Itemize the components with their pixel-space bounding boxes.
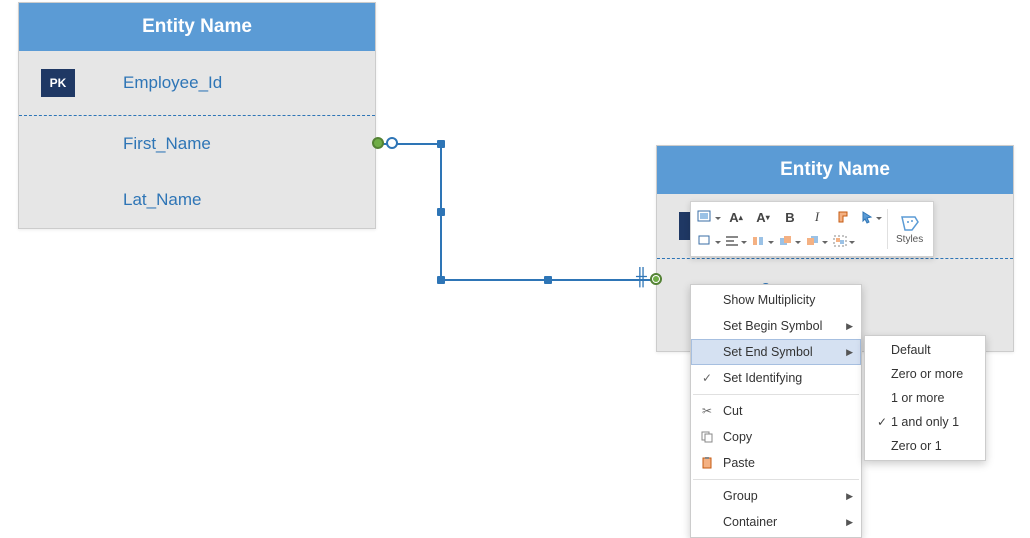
crowsfoot-symbol: ╫ — [636, 268, 645, 288]
copy-icon — [697, 429, 717, 445]
submenu-1-and-only-1[interactable]: ✓ 1 and only 1 — [865, 410, 985, 434]
send-back-button[interactable] — [805, 230, 829, 252]
pk-badge: PK — [41, 69, 75, 97]
italic-button[interactable]: I — [805, 206, 829, 228]
attr-name: Employee_Id — [123, 73, 222, 93]
paste-icon — [697, 455, 717, 471]
bring-front-button[interactable] — [778, 230, 802, 252]
entity-right-title: Entity Name — [657, 146, 1013, 194]
menu-set-end-symbol[interactable]: Set End Symbol ▶ — [691, 339, 861, 365]
menu-set-identifying[interactable]: ✓ Set Identifying — [691, 365, 861, 391]
endpoint-end[interactable] — [650, 273, 662, 285]
submenu-default[interactable]: Default — [865, 338, 985, 362]
menu-separator — [693, 394, 859, 395]
font-size-increase-button[interactable]: A▴ — [724, 206, 748, 228]
check-icon: ✓ — [697, 370, 717, 386]
menu-label: Paste — [717, 456, 853, 470]
styles-button[interactable]: Styles — [892, 212, 927, 247]
align2-button[interactable] — [751, 230, 775, 252]
submenu-arrow-icon: ▶ — [846, 517, 853, 528]
submenu-label: 1 or more — [891, 391, 977, 405]
menu-label: Container — [717, 515, 838, 529]
connector-midpoint[interactable] — [544, 276, 552, 284]
connector-midpoint[interactable] — [437, 276, 445, 284]
cut-icon: ✂ — [697, 403, 717, 419]
mini-toolbar: A▴ A▾ B I Styles — [690, 201, 934, 257]
submenu-arrow-icon: ▶ — [846, 347, 853, 358]
styles-icon — [899, 214, 921, 232]
font-size-decrease-button[interactable]: A▾ — [751, 206, 775, 228]
menu-label: Group — [717, 489, 838, 503]
menu-icon-blank — [697, 344, 717, 360]
submenu-end-symbol: Default Zero or more 1 or more ✓ 1 and o… — [864, 335, 986, 461]
menu-label: Set Begin Symbol — [717, 319, 838, 333]
submenu-zero-or-more[interactable]: Zero or more — [865, 362, 985, 386]
styles-label: Styles — [896, 234, 923, 245]
entity-left-row-1[interactable]: First_Name — [19, 116, 375, 172]
connector-midpoint[interactable] — [437, 140, 445, 148]
menu-icon-blank — [697, 318, 717, 334]
menu-icon-blank — [697, 488, 717, 504]
entity-left-title: Entity Name — [19, 3, 375, 51]
entity-left-row-2[interactable]: Lat_Name — [19, 172, 375, 228]
menu-show-multiplicity[interactable]: Show Multiplicity — [691, 287, 861, 313]
submenu-zero-or-1[interactable]: Zero or 1 — [865, 434, 985, 458]
submenu-label: 1 and only 1 — [891, 415, 977, 429]
bold-button[interactable]: B — [778, 206, 802, 228]
submenu-arrow-icon: ▶ — [846, 321, 853, 332]
menu-set-begin-symbol[interactable]: Set Begin Symbol ▶ — [691, 313, 861, 339]
endpoint-handle[interactable] — [386, 137, 398, 149]
menu-paste[interactable]: Paste — [691, 450, 861, 476]
align-button[interactable] — [724, 230, 748, 252]
menu-cut[interactable]: ✂ Cut — [691, 398, 861, 424]
submenu-label: Zero or 1 — [891, 439, 977, 453]
format-painter-button[interactable] — [832, 206, 856, 228]
pointer-button[interactable] — [859, 206, 883, 228]
fill-color-button[interactable] — [697, 206, 721, 228]
menu-icon-blank — [697, 514, 717, 530]
menu-icon-blank — [697, 292, 717, 308]
menu-label: Copy — [717, 430, 853, 444]
attr-name: First_Name — [123, 134, 211, 154]
entity-left[interactable]: Entity Name PK Employee_Id First_Name La… — [18, 2, 376, 229]
attr-name: Lat_Name — [123, 190, 201, 210]
menu-group[interactable]: Group ▶ — [691, 483, 861, 509]
line-color-button[interactable] — [697, 230, 721, 252]
group-button[interactable] — [832, 230, 856, 252]
menu-label: Set End Symbol — [717, 345, 838, 359]
menu-container[interactable]: Container ▶ — [691, 509, 861, 535]
entity-left-row-0[interactable]: PK Employee_Id — [19, 51, 375, 115]
submenu-label: Zero or more — [891, 367, 977, 381]
menu-copy[interactable]: Copy — [691, 424, 861, 450]
menu-label: Set Identifying — [717, 371, 853, 385]
menu-label: Cut — [717, 404, 853, 418]
submenu-label: Default — [891, 343, 977, 357]
submenu-1-or-more[interactable]: 1 or more — [865, 386, 985, 410]
endpoint-begin[interactable] — [372, 137, 384, 149]
check-icon: ✓ — [873, 415, 891, 429]
toolbar-separator — [887, 209, 888, 249]
connector-midpoint[interactable] — [437, 208, 445, 216]
menu-label: Show Multiplicity — [717, 293, 853, 307]
menu-separator — [693, 479, 859, 480]
